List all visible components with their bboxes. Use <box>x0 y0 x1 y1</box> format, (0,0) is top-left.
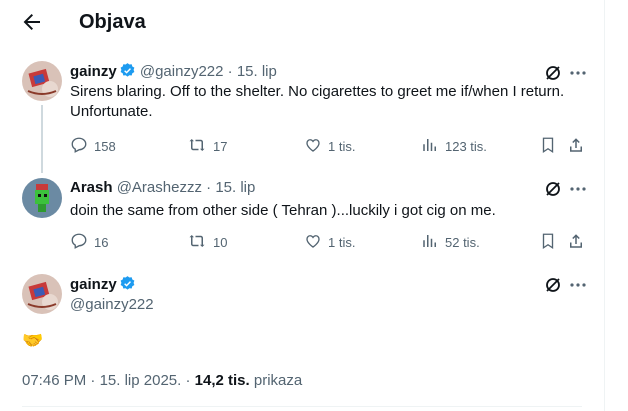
like-icon <box>304 232 328 253</box>
handle[interactable]: @Arashezzz <box>117 179 202 196</box>
repost-icon <box>187 232 213 253</box>
tweet-text: Sirens blaring. Off to the shelter. No c… <box>70 83 565 120</box>
display-name[interactable]: gainzy <box>70 63 117 80</box>
repost-button[interactable]: 10 <box>187 232 227 252</box>
post-time[interactable]: 07:46 PM <box>22 372 86 389</box>
bookmark-button[interactable] <box>539 136 563 156</box>
avatar[interactable] <box>22 61 62 101</box>
grok-icon[interactable] <box>543 275 563 295</box>
tweet-text: doin the same from other side ( Tehran )… <box>70 202 496 219</box>
reply-button[interactable]: 16 <box>70 232 108 252</box>
timestamp[interactable]: 15. lip <box>237 63 277 80</box>
views-button[interactable]: 52 tis. <box>421 232 480 252</box>
share-icon <box>567 232 591 253</box>
reply-icon <box>70 232 94 253</box>
bookmark-icon <box>539 136 563 157</box>
thread-line <box>41 105 43 173</box>
header: Objava <box>0 0 604 44</box>
grok-icon[interactable] <box>543 63 563 83</box>
views-icon <box>421 232 445 253</box>
like-icon <box>304 136 328 157</box>
separator: · <box>206 179 212 196</box>
bookmark-button[interactable] <box>539 232 563 252</box>
repost-count: 10 <box>213 234 228 250</box>
page-title: Objava <box>79 11 146 33</box>
back-arrow-icon[interactable] <box>20 10 44 34</box>
views-count: 123 tis. <box>445 138 487 154</box>
action-bar: 16 10 1 tis. 52 tis. <box>70 232 590 252</box>
views-label: prikaza <box>253 372 303 389</box>
separator: · <box>185 372 191 389</box>
handle[interactable]: @gainzy222 <box>70 295 154 315</box>
avatar[interactable] <box>22 274 62 314</box>
like-count: 1 tis. <box>328 138 356 154</box>
like-button[interactable]: 1 tis. <box>304 136 355 156</box>
like-count: 1 tis. <box>328 234 356 250</box>
tweet-text: 🤝 <box>22 331 44 350</box>
repost-button[interactable]: 17 <box>187 136 227 156</box>
reply-count: 158 <box>94 138 116 154</box>
timestamp[interactable]: 15. lip <box>215 179 255 196</box>
reply-button[interactable]: 158 <box>70 136 116 156</box>
like-button[interactable]: 1 tis. <box>304 232 355 252</box>
more-icon[interactable] <box>568 179 588 199</box>
post-date[interactable]: 15. lip 2025. <box>100 372 182 389</box>
views-button[interactable]: 123 tis. <box>421 136 487 156</box>
more-icon[interactable] <box>568 275 588 295</box>
tweet-metadata: 07:46 PM · 15. lip 2025. · 14,2 tis. pri… <box>22 371 302 391</box>
views-count: 14,2 tis. <box>194 372 250 389</box>
more-icon[interactable] <box>568 63 588 83</box>
bookmark-icon <box>539 232 563 253</box>
tweet-header: Arash @Arashezzz · 15. lip <box>70 178 255 198</box>
reply-icon <box>70 136 94 157</box>
reply-tweet[interactable]: gainzy @gainzy222 · 15. lip Sirens blari… <box>0 52 604 173</box>
share-icon <box>567 136 591 157</box>
divider <box>22 406 582 407</box>
reply-tweet[interactable]: Arash @Arashezzz · 15. lip doin the same… <box>0 170 604 262</box>
reply-count: 16 <box>94 234 109 250</box>
column-divider <box>604 0 605 411</box>
display-name[interactable]: gainzy <box>70 276 117 293</box>
separator: · <box>227 63 233 80</box>
avatar[interactable] <box>22 178 62 218</box>
repost-icon <box>187 136 213 157</box>
share-button[interactable] <box>567 136 591 156</box>
repost-count: 17 <box>213 138 228 154</box>
display-name[interactable]: Arash <box>70 179 113 196</box>
views-count: 52 tis. <box>445 234 480 250</box>
action-bar: 158 17 1 tis. 123 tis. <box>70 136 590 156</box>
views-icon <box>421 136 445 157</box>
grok-icon[interactable] <box>543 179 563 199</box>
separator: · <box>90 372 96 389</box>
share-button[interactable] <box>567 232 591 252</box>
handle[interactable]: @gainzy222 <box>140 63 224 80</box>
